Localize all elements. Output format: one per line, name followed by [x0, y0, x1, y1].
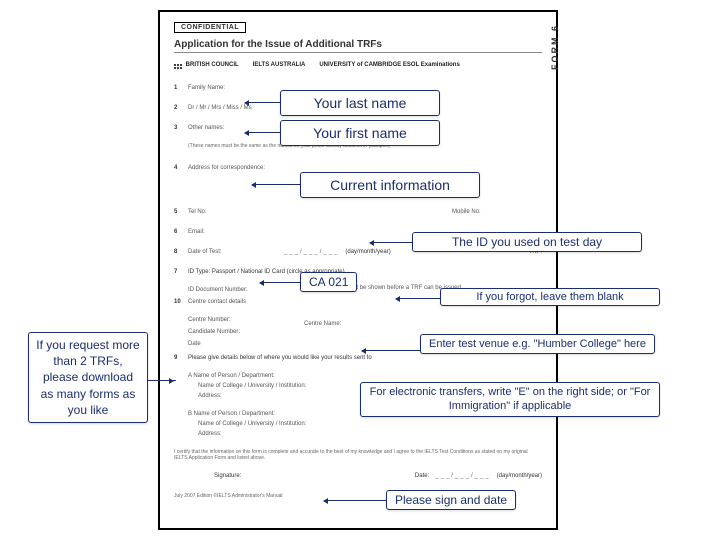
callout-sign-date: Please sign and date: [386, 490, 516, 510]
cambridge-logo: UNIVERSITY of CAMBRIDGE ESOL Examination…: [319, 62, 459, 68]
field-centre-name: Centre Name:: [304, 321, 542, 327]
callout-current-info: Current information: [300, 172, 480, 198]
declaration: I certify that the information on this f…: [174, 449, 542, 461]
recipient-a: A Name of Person / Department:: [188, 373, 542, 379]
field-cand-number: Candidate Number:: [188, 329, 240, 335]
field-email: Email:: [188, 229, 278, 235]
signature-label: Signature:: [214, 473, 241, 479]
field-centre-contacts: Centre contact details: [188, 299, 278, 305]
callout-last-name: Your last name: [280, 90, 440, 116]
recipient-b-college: Name of College / University / Instituti…: [198, 421, 542, 427]
logo-row: BRITISH COUNCIL IELTS AUSTRALIA UNIVERSI…: [174, 57, 542, 73]
callout-forgot: If you forgot, leave them blank: [440, 288, 660, 306]
field-tel: Tel No:: [188, 209, 278, 215]
field-address: Address for correspondence:: [188, 165, 265, 171]
field-other-names: Other names:: [188, 125, 278, 131]
ielts-logo: IELTS AUSTRALIA: [253, 62, 306, 68]
field-family-name: Family Name:: [188, 85, 278, 91]
recipient-b-address: Address:: [198, 431, 542, 437]
callout-first-name: Your first name: [280, 120, 440, 146]
field-mobile: Mobile No:: [452, 209, 542, 215]
british-council-logo: BRITISH COUNCIL: [174, 62, 239, 69]
field-results-dest: Please give details below of where you w…: [188, 355, 372, 361]
callout-request-more: If you request more than 2 TRFs, please …: [28, 332, 148, 423]
callout-electronic: For electronic transfers, write "E" on t…: [360, 382, 660, 417]
confidential-label: CONFIDENTIAL: [174, 22, 246, 33]
callout-venue: Enter test venue e.g. "Humber College" h…: [420, 334, 655, 354]
date-bottom-label: Date:: [415, 473, 429, 479]
callout-id-used: The ID you used on test day: [412, 232, 642, 252]
field-title-salutation: Dr / Mr / Mrs / Miss / Ms: [188, 105, 252, 111]
form-title: Application for the Issue of Additional …: [174, 39, 542, 53]
application-form: CONFIDENTIAL FORM 6 Application for the …: [158, 10, 558, 530]
callout-ca021: CA 021: [300, 272, 357, 292]
field-test-date: Date of Test:: [188, 249, 278, 255]
form-number: FORM 6: [550, 24, 560, 70]
